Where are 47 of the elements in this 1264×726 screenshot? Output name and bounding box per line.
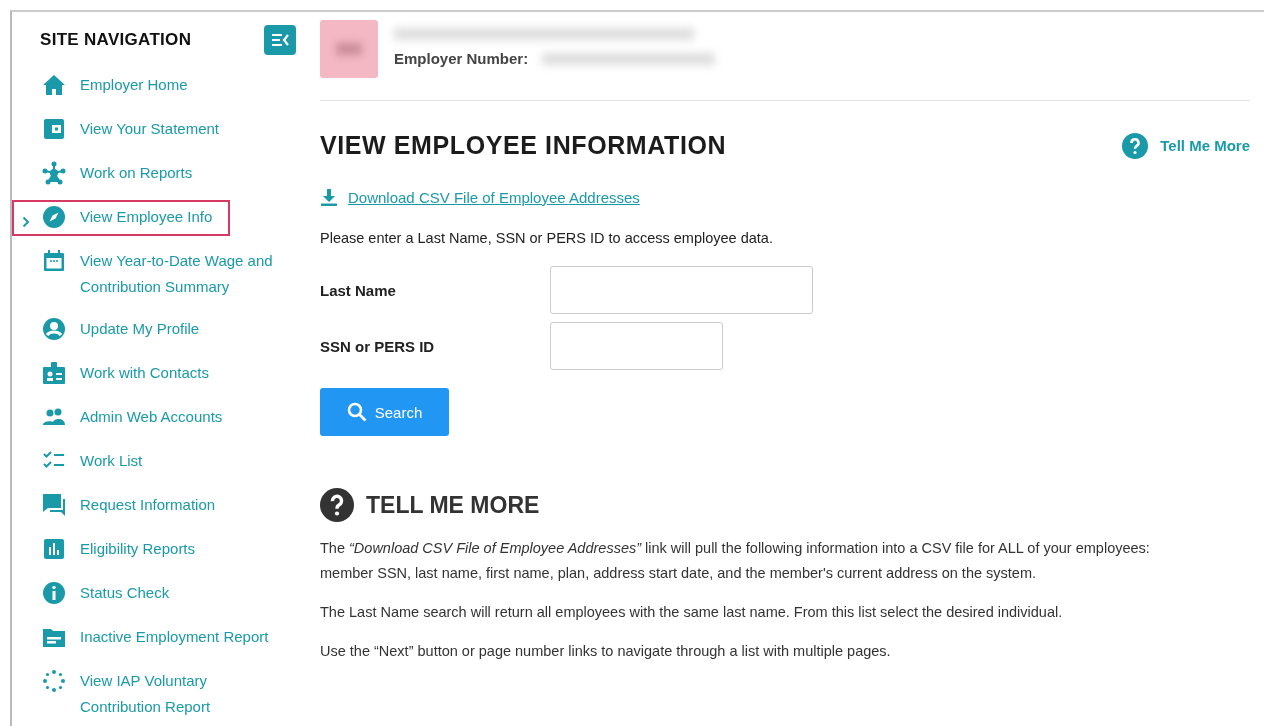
nav-item[interactable]: Request Information bbox=[42, 488, 216, 524]
network-icon bbox=[42, 161, 66, 185]
nav-item[interactable]: Status Check bbox=[42, 576, 170, 612]
field-label: Last Name bbox=[320, 281, 397, 299]
input-field[interactable] bbox=[550, 266, 813, 314]
nav-item[interactable]: View Year-to-Date Wage and Contribution Summary bbox=[42, 244, 280, 304]
avatar bbox=[320, 20, 378, 78]
nav-item[interactable]: View Your Statement bbox=[42, 112, 219, 148]
nav-item[interactable]: Work on Reports bbox=[42, 156, 193, 192]
search-icon bbox=[346, 402, 367, 422]
nav-item[interactable]: View Employee Info bbox=[12, 200, 231, 236]
nav-item[interactable]: View IAP Voluntary Contribution Report bbox=[42, 664, 280, 724]
nav-item[interactable]: Inactive Employment Report bbox=[42, 620, 269, 656]
section-title: TELL ME MORE bbox=[366, 491, 540, 519]
home-icon bbox=[42, 73, 66, 97]
nav-item[interactable]: Update My Profile bbox=[42, 312, 200, 348]
help-icon bbox=[320, 488, 354, 522]
contact-card-icon bbox=[42, 361, 66, 385]
help-paragraph: The Last Name search will return all employees with the same last name. From this list select the desired individual. bbox=[320, 603, 1064, 622]
chat-icon bbox=[42, 493, 66, 517]
help-paragraph: The “Download CSV File of Employee Addresses” link will pull the following information into a CSV file for ALL of your employees: member SSN, last name, first name, plan, address start date, and the member's current address on the system. bbox=[320, 539, 1151, 583]
input-field[interactable] bbox=[550, 322, 723, 370]
spinner-icon bbox=[42, 669, 66, 693]
page-title: VIEW EMPLOYEE INFORMATION bbox=[320, 131, 727, 160]
instructions-text: Please enter a Last Name, SSN or PERS ID to access employee data. bbox=[320, 230, 774, 246]
search-button[interactable]: Search bbox=[320, 388, 449, 436]
download-link[interactable]: Download CSV File of Employee Addresses bbox=[348, 188, 640, 206]
info-icon bbox=[42, 581, 66, 605]
bar-chart-icon bbox=[42, 537, 66, 561]
download-icon bbox=[320, 188, 338, 206]
help-paragraph: Use the “Next” button or page number links to navigate through a list with multiple pages. bbox=[320, 642, 892, 661]
nav-item[interactable]: Work with Contacts bbox=[42, 356, 209, 392]
collapse-menu-icon[interactable] bbox=[264, 25, 296, 55]
help-icon bbox=[1122, 132, 1149, 159]
compass-icon bbox=[42, 205, 66, 229]
nav-item[interactable]: Eligibility Reports bbox=[42, 532, 196, 568]
nav-item[interactable]: Employer Home bbox=[42, 68, 188, 104]
tell-me-more-link[interactable]: Tell Me More bbox=[1122, 132, 1250, 159]
wallet-icon bbox=[42, 117, 66, 141]
user-icon bbox=[42, 317, 66, 341]
employer-number-label: Employer Number: bbox=[394, 50, 529, 67]
field-label: SSN or PERS ID bbox=[320, 337, 436, 355]
calendar-icon bbox=[42, 249, 66, 273]
nav-item[interactable]: Admin Web Accounts bbox=[42, 400, 223, 436]
chevron-icon bbox=[22, 216, 30, 228]
sidebar-title: SITE NAVIGATION bbox=[40, 30, 192, 50]
nav-item[interactable]: Work List bbox=[42, 444, 143, 480]
